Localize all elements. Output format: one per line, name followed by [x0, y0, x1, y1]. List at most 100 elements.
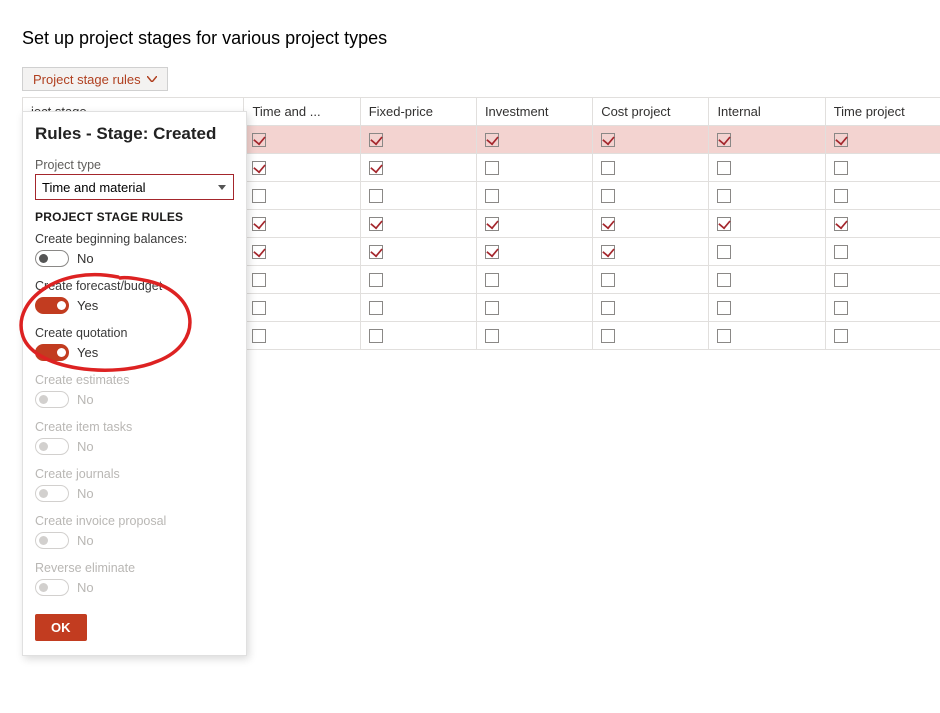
- checkbox-cell[interactable]: [593, 238, 709, 266]
- column-header-type[interactable]: Time project: [825, 98, 940, 126]
- checkbox[interactable]: [601, 189, 615, 203]
- checkbox-cell[interactable]: [593, 322, 709, 350]
- column-header-type[interactable]: Internal: [709, 98, 825, 126]
- checkbox[interactable]: [252, 217, 266, 231]
- checkbox[interactable]: [717, 329, 731, 343]
- checkbox-cell[interactable]: [709, 294, 825, 322]
- checkbox[interactable]: [369, 245, 383, 259]
- checkbox-cell[interactable]: [360, 210, 476, 238]
- checkbox-cell[interactable]: [360, 238, 476, 266]
- toggle-switch[interactable]: [35, 344, 69, 361]
- checkbox-cell[interactable]: [476, 322, 592, 350]
- checkbox-cell[interactable]: [360, 266, 476, 294]
- checkbox-cell[interactable]: [709, 266, 825, 294]
- checkbox-cell[interactable]: [476, 266, 592, 294]
- checkbox-cell[interactable]: [593, 126, 709, 154]
- checkbox-cell[interactable]: [244, 210, 360, 238]
- checkbox[interactable]: [834, 217, 848, 231]
- checkbox-cell[interactable]: [709, 322, 825, 350]
- checkbox-cell[interactable]: [360, 126, 476, 154]
- checkbox[interactable]: [717, 301, 731, 315]
- checkbox-cell[interactable]: [476, 182, 592, 210]
- checkbox[interactable]: [485, 161, 499, 175]
- project-stage-rules-dropdown[interactable]: Project stage rules: [22, 67, 168, 91]
- checkbox-cell[interactable]: [593, 266, 709, 294]
- checkbox-cell[interactable]: [476, 210, 592, 238]
- checkbox-cell[interactable]: [593, 182, 709, 210]
- checkbox-cell[interactable]: [360, 294, 476, 322]
- checkbox[interactable]: [369, 329, 383, 343]
- checkbox[interactable]: [601, 245, 615, 259]
- checkbox-cell[interactable]: [593, 154, 709, 182]
- checkbox[interactable]: [717, 273, 731, 287]
- checkbox[interactable]: [485, 245, 499, 259]
- checkbox[interactable]: [717, 217, 731, 231]
- checkbox-cell[interactable]: [593, 210, 709, 238]
- checkbox-cell[interactable]: [244, 126, 360, 154]
- checkbox-cell[interactable]: [244, 294, 360, 322]
- checkbox-cell[interactable]: [825, 266, 940, 294]
- checkbox[interactable]: [834, 161, 848, 175]
- checkbox[interactable]: [834, 245, 848, 259]
- column-header-type[interactable]: Investment: [476, 98, 592, 126]
- checkbox-cell[interactable]: [244, 238, 360, 266]
- checkbox[interactable]: [834, 301, 848, 315]
- checkbox[interactable]: [601, 273, 615, 287]
- checkbox[interactable]: [369, 133, 383, 147]
- checkbox-cell[interactable]: [825, 126, 940, 154]
- checkbox[interactable]: [601, 133, 615, 147]
- checkbox-cell[interactable]: [476, 126, 592, 154]
- checkbox[interactable]: [601, 301, 615, 315]
- ok-button[interactable]: OK: [35, 614, 87, 641]
- column-header-type[interactable]: Time and ...: [244, 98, 360, 126]
- checkbox-cell[interactable]: [709, 126, 825, 154]
- column-header-type[interactable]: Fixed-price: [360, 98, 476, 126]
- checkbox-cell[interactable]: [709, 182, 825, 210]
- checkbox-cell[interactable]: [593, 294, 709, 322]
- checkbox[interactable]: [834, 133, 848, 147]
- checkbox-cell[interactable]: [360, 182, 476, 210]
- checkbox[interactable]: [485, 217, 499, 231]
- checkbox-cell[interactable]: [825, 210, 940, 238]
- checkbox[interactable]: [717, 161, 731, 175]
- checkbox-cell[interactable]: [825, 322, 940, 350]
- checkbox[interactable]: [252, 301, 266, 315]
- checkbox[interactable]: [369, 273, 383, 287]
- checkbox[interactable]: [252, 329, 266, 343]
- checkbox-cell[interactable]: [709, 210, 825, 238]
- checkbox[interactable]: [485, 329, 499, 343]
- checkbox[interactable]: [252, 161, 266, 175]
- checkbox[interactable]: [601, 217, 615, 231]
- checkbox-cell[interactable]: [360, 322, 476, 350]
- checkbox[interactable]: [601, 161, 615, 175]
- checkbox[interactable]: [252, 189, 266, 203]
- checkbox[interactable]: [252, 273, 266, 287]
- column-header-type[interactable]: Cost project: [593, 98, 709, 126]
- checkbox-cell[interactable]: [476, 238, 592, 266]
- toggle-switch[interactable]: [35, 250, 69, 267]
- checkbox[interactable]: [717, 189, 731, 203]
- checkbox[interactable]: [252, 133, 266, 147]
- checkbox[interactable]: [485, 133, 499, 147]
- checkbox-cell[interactable]: [244, 182, 360, 210]
- checkbox[interactable]: [834, 273, 848, 287]
- checkbox[interactable]: [834, 329, 848, 343]
- checkbox[interactable]: [717, 245, 731, 259]
- checkbox-cell[interactable]: [360, 154, 476, 182]
- checkbox-cell[interactable]: [244, 154, 360, 182]
- checkbox[interactable]: [252, 245, 266, 259]
- checkbox[interactable]: [717, 133, 731, 147]
- checkbox-cell[interactable]: [476, 294, 592, 322]
- checkbox[interactable]: [485, 273, 499, 287]
- checkbox[interactable]: [369, 217, 383, 231]
- checkbox-cell[interactable]: [825, 154, 940, 182]
- project-type-select[interactable]: Time and material: [35, 174, 234, 200]
- checkbox[interactable]: [485, 301, 499, 315]
- checkbox[interactable]: [601, 329, 615, 343]
- toggle-switch[interactable]: [35, 297, 69, 314]
- checkbox-cell[interactable]: [825, 294, 940, 322]
- checkbox-cell[interactable]: [825, 182, 940, 210]
- checkbox-cell[interactable]: [244, 266, 360, 294]
- checkbox[interactable]: [369, 189, 383, 203]
- checkbox-cell[interactable]: [825, 238, 940, 266]
